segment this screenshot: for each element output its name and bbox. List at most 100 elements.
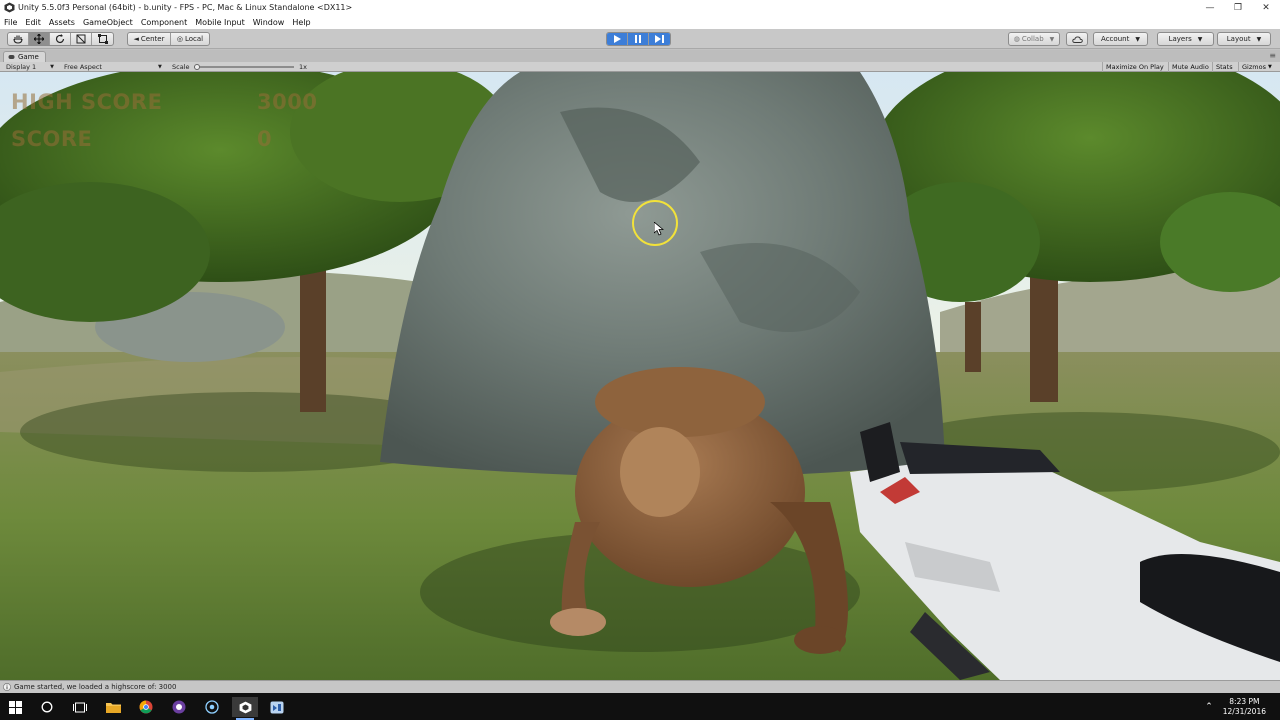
close-button[interactable]: ✕ [1252,0,1280,15]
account-label: Account [1101,35,1130,43]
local-space-icon: ◎ [176,35,183,43]
taskbar-visual-studio[interactable] [264,697,290,717]
clock-date: 12/31/2016 [1222,707,1266,716]
menu-edit[interactable]: Edit [25,18,41,27]
cloud-icon [1071,36,1083,43]
mute-audio-toggle[interactable]: Mute Audio [1168,62,1212,72]
aspect-dropdown[interactable]: Free Aspect ▼ [64,62,162,72]
layers-label: Layers [1168,35,1192,43]
cortana-button[interactable] [34,697,60,717]
pivot-local-toggle[interactable]: ◎ Local [171,33,209,45]
rect-transform-icon [97,34,108,44]
playback-controls [606,32,671,46]
chevron-down-icon: ▼ [1197,35,1203,43]
layout-dropdown[interactable]: Layout ▼ [1217,32,1271,46]
chevron-down-icon: ▼ [1135,35,1140,43]
chevron-down-icon: ▼ [157,64,162,70]
layout-button[interactable]: Layout ▼ [1218,33,1270,45]
chevron-down-icon: ▼ [1267,64,1272,70]
chevron-up-icon[interactable]: ⌃ [1205,702,1213,712]
gizmos-dropdown[interactable]: Gizmos ▼ [1238,62,1275,72]
menu-help[interactable]: Help [292,18,310,27]
taskbar-chrome[interactable] [133,697,159,717]
step-button[interactable] [649,33,670,45]
cloud-button-group [1066,32,1088,46]
rotate-icon [55,34,65,44]
layout-label: Layout [1226,35,1251,43]
menu-bar: File Edit Assets GameObject Component Mo… [0,15,1280,29]
chevron-down-icon: ▼ [1256,35,1262,43]
hand-tool-button[interactable] [8,33,29,45]
pivot-center-label: Center [140,35,165,43]
console-message: Game started, we loaded a highscore of: … [14,683,177,691]
scale-slider-handle[interactable] [194,64,200,70]
chrome-icon [139,700,153,714]
move-icon [34,34,44,44]
taskbar-obs[interactable] [166,697,192,717]
pause-button[interactable] [628,33,649,45]
cloud-services-button[interactable] [1067,33,1087,45]
record-app-icon [172,700,186,714]
unity-logo-icon [239,701,251,713]
pause-icon [635,35,641,43]
maximize-on-play-toggle[interactable]: Maximize On Play [1102,62,1167,72]
tab-game[interactable]: Game [3,51,46,62]
play-button[interactable] [607,33,628,45]
panel-menu-icon[interactable]: ≡ [1269,51,1276,60]
game-panel-tabbar: Game ≡ [0,50,1280,62]
layers-button[interactable]: Layers ▼ [1158,33,1213,45]
folder-icon [105,703,121,713]
move-tool-button[interactable] [29,33,50,45]
game-view[interactable]: HIGH SCORE 3000 SCORE 0 [0,72,1280,680]
window-title: Unity 5.5.0f3 Personal (64bit) - b.unity… [18,3,353,12]
unity-logo-icon [3,2,15,14]
menu-window[interactable]: Window [253,18,285,27]
stats-toggle[interactable]: Stats [1212,62,1236,72]
scale-slider-track[interactable] [194,66,294,68]
aspect-label: Free Aspect [64,63,102,71]
account-dropdown[interactable]: Account ▼ [1093,32,1148,46]
game-view-controls: Display 1 ▼ Free Aspect ▼ Scale 1x Maxim… [0,62,1280,72]
rect-tool-button[interactable] [92,33,113,45]
hand-icon [12,35,23,44]
score-label: SCORE [11,127,93,151]
taskbar-unity[interactable] [232,697,258,720]
taskbar-clock[interactable]: 8:23 PM 12/31/2016 [1223,697,1266,717]
collab-label: Collab [1021,35,1044,43]
scale-tool-button[interactable] [71,33,92,45]
rotate-tool-button[interactable] [50,33,71,45]
high-score-value: 3000 [257,90,318,114]
menu-mobile-input[interactable]: Mobile Input [195,18,245,27]
minimize-button[interactable]: — [1196,0,1224,15]
task-view-button[interactable] [67,697,93,717]
collab-button[interactable]: ◍ Collab ▼ [1009,33,1059,45]
menu-file[interactable]: File [4,18,17,27]
restore-button[interactable]: ❐ [1224,0,1252,15]
menu-component[interactable]: Component [141,18,187,27]
taskbar-media-app[interactable] [199,697,225,717]
mouse-cursor-icon [654,222,664,236]
main-toolbar: ◄ Center ◎ Local ◍ Collab ▼ Account ▼ La… [0,29,1280,49]
pivot-local-label: Local [184,35,204,43]
collab-dropdown[interactable]: ◍ Collab ▼ [1008,32,1060,46]
info-icon [3,683,11,691]
circle-app-icon [205,700,219,714]
console-status-bar[interactable]: Game started, we loaded a highscore of: … [0,680,1280,693]
step-icon [655,35,664,43]
pivot-center-toggle[interactable]: ◄ Center [128,33,171,45]
menu-assets[interactable]: Assets [49,18,75,27]
title-bar: Unity 5.5.0f3 Personal (64bit) - b.unity… [0,0,1280,15]
account-button[interactable]: Account ▼ [1094,33,1147,45]
taskbar-file-explorer[interactable] [100,697,126,717]
layers-dropdown[interactable]: Layers ▼ [1157,32,1214,46]
play-icon [614,35,621,43]
scale-icon [76,34,86,44]
display-dropdown[interactable]: Display 1 ▼ [6,62,54,72]
game-tab-label: Game [18,53,39,61]
code-editor-icon [270,701,284,713]
scale-value: 1x [299,63,307,71]
windows-taskbar: ⌃ 8:23 PM 12/31/2016 [0,693,1280,720]
menu-gameobject[interactable]: GameObject [83,18,133,27]
start-button[interactable] [2,697,28,717]
game-hud: HIGH SCORE 3000 SCORE 0 [0,72,1280,680]
